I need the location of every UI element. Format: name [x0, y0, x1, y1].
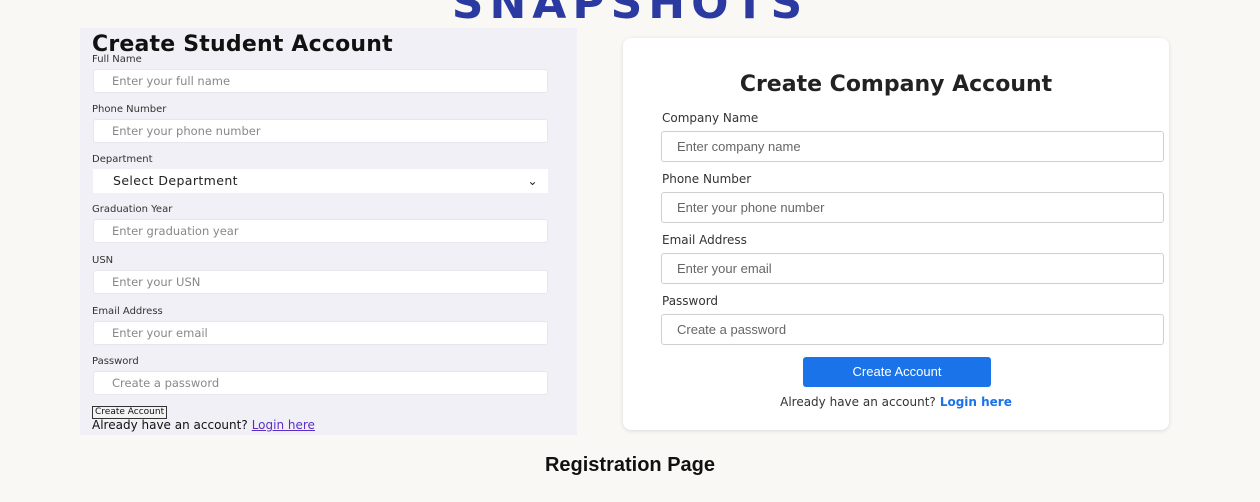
student-password-input[interactable]: Create a password: [93, 371, 548, 395]
student-phone-label: Phone Number: [92, 104, 167, 115]
student-password-label: Password: [92, 356, 139, 367]
graduation-year-label: Graduation Year: [92, 204, 173, 215]
department-label: Department: [92, 154, 153, 165]
company-login-text: Already have an account?: [780, 395, 936, 409]
student-full-name-input[interactable]: Enter your full name: [93, 69, 548, 93]
company-password-label: Password: [662, 294, 719, 308]
student-email-label: Email Address: [92, 306, 163, 317]
cropped-heading: SNAPSHOTS: [451, 0, 809, 29]
company-phone-input[interactable]: Enter your phone number: [661, 192, 1164, 223]
figure-caption: Registration Page: [544, 454, 716, 476]
student-login-text: Already have an account?: [92, 418, 248, 432]
student-phone-input[interactable]: Enter your phone number: [93, 119, 548, 143]
company-form-card: Create Company Account Company Name Ente…: [623, 38, 1169, 430]
full-name-label: Full Name: [92, 54, 142, 65]
company-login-prompt: Already have an account? Login here: [623, 395, 1169, 409]
usn-label: USN: [92, 255, 114, 266]
student-login-prompt: Already have an account? Login here: [92, 418, 315, 432]
company-email-input[interactable]: Enter your email: [661, 253, 1164, 284]
company-login-link[interactable]: Login here: [940, 395, 1012, 409]
company-name-input[interactable]: Enter company name: [661, 131, 1164, 162]
graduation-year-input[interactable]: Enter graduation year: [93, 219, 548, 243]
company-name-label: Company Name: [662, 111, 759, 125]
usn-input[interactable]: Enter your USN: [93, 270, 548, 294]
company-password-input[interactable]: Create a password: [661, 314, 1164, 345]
student-login-link[interactable]: Login here: [252, 418, 315, 432]
company-phone-label: Phone Number: [662, 172, 752, 186]
company-create-account-button[interactable]: Create Account: [803, 357, 991, 387]
company-email-label: Email Address: [662, 233, 747, 247]
department-select[interactable]: Select Department ⌄: [93, 169, 548, 193]
student-email-input[interactable]: Enter your email: [93, 321, 548, 345]
chevron-down-icon: ⌄: [527, 174, 538, 188]
student-form-panel: Create Student Account Full Name Enter y…: [80, 28, 577, 435]
company-form-title: Create Company Account: [739, 72, 1053, 97]
department-selected-value: Select Department: [113, 173, 238, 188]
